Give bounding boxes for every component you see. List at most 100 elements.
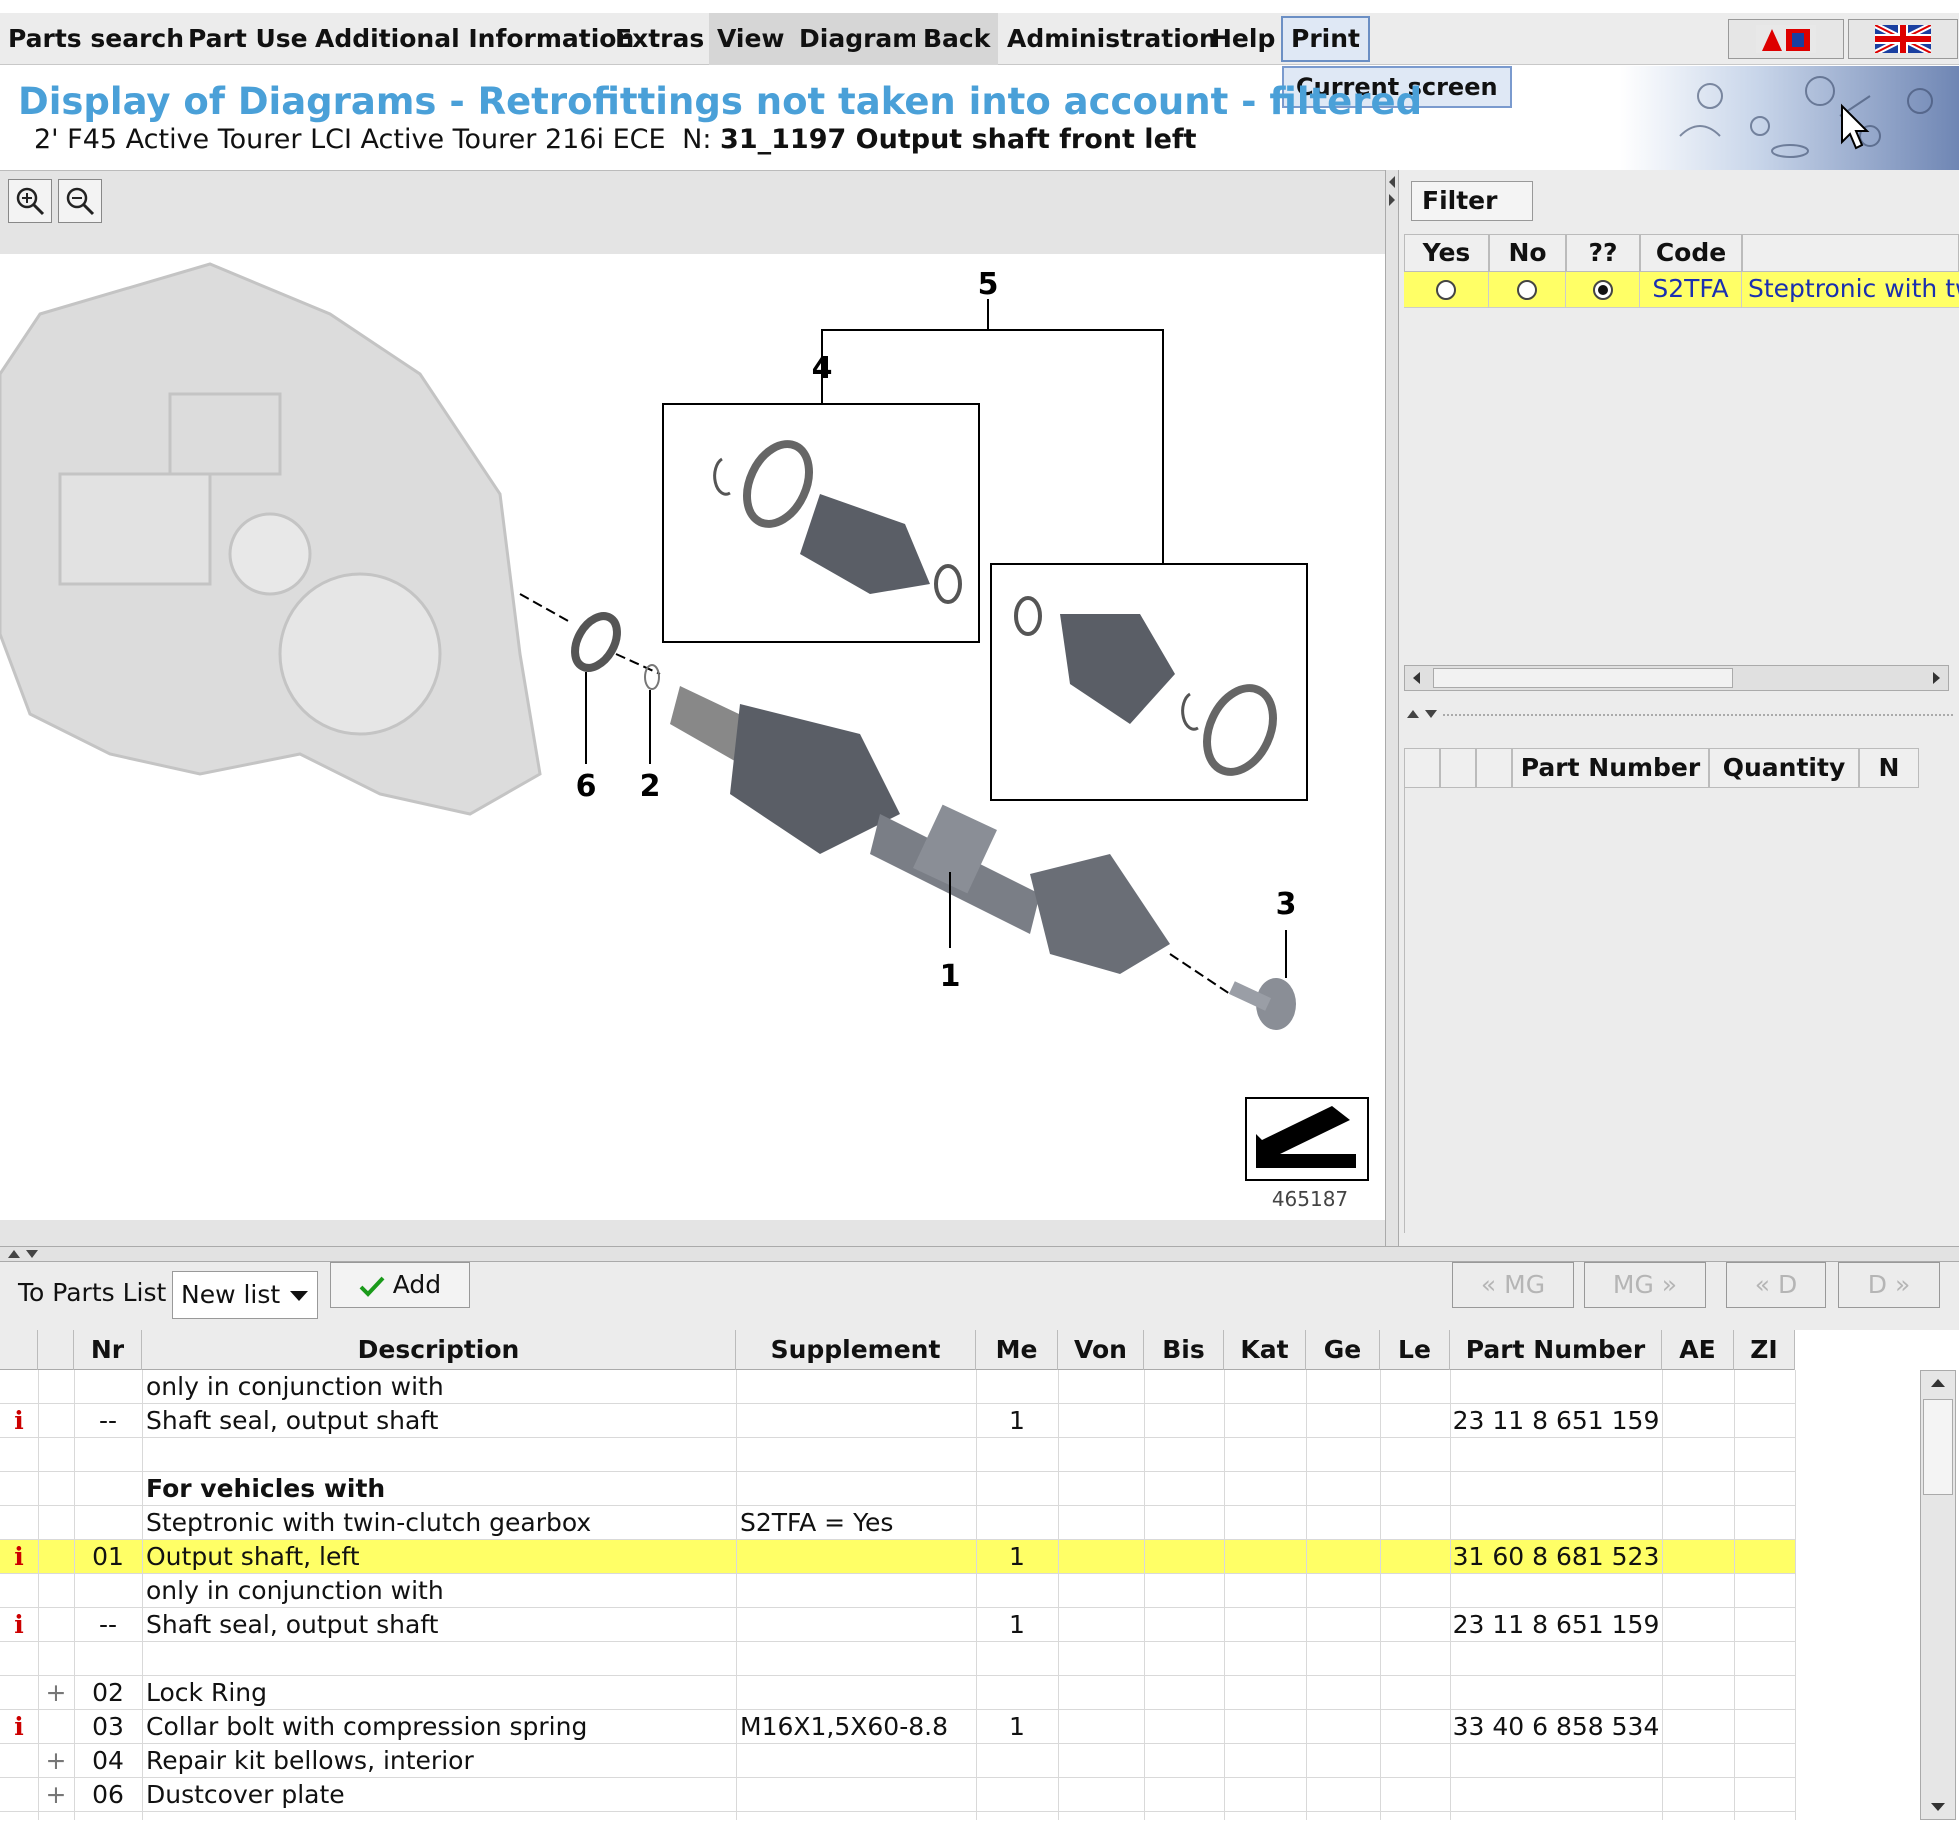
parts-list-select[interactable]: New list bbox=[172, 1271, 318, 1319]
row-me bbox=[976, 1676, 1058, 1710]
next-mg-button[interactable]: MG » bbox=[1584, 1262, 1706, 1308]
filter-button[interactable]: Filter bbox=[1411, 181, 1533, 245]
panel-splitter[interactable] bbox=[1443, 714, 1953, 720]
row-supplement bbox=[736, 1540, 976, 1574]
col-zi[interactable]: ZI bbox=[1734, 1330, 1795, 1370]
parts-diagram[interactable]: 1 2 3 4 5 6 465187 bbox=[0, 254, 1385, 1220]
expand-icon[interactable] bbox=[38, 1472, 74, 1506]
expand-icon[interactable]: + bbox=[38, 1676, 74, 1710]
callout-5[interactable]: 5 bbox=[978, 267, 999, 302]
uk-flag-button[interactable] bbox=[1848, 19, 1958, 59]
info-icon[interactable] bbox=[0, 1574, 38, 1608]
expand-icon[interactable] bbox=[38, 1438, 74, 1472]
menu-extras[interactable]: Extras bbox=[607, 13, 712, 65]
menu-view[interactable]: View bbox=[709, 13, 793, 65]
menu-back[interactable]: Back bbox=[915, 13, 999, 65]
scroll-thumb[interactable] bbox=[1923, 1399, 1953, 1495]
table-row[interactable]: For vehicles with bbox=[0, 1472, 1795, 1506]
info-icon[interactable] bbox=[0, 1778, 38, 1812]
info-icon[interactable]: i bbox=[0, 1608, 38, 1642]
row-part-number: 31 60 8 681 523 bbox=[1452, 1542, 1660, 1571]
table-row[interactable]: i -- Shaft seal, output shaft 1 23 11 8 651 … bbox=[0, 1608, 1795, 1642]
table-row[interactable]: i 03 Collar bolt with compression spring M1… bbox=[0, 1710, 1795, 1744]
menu-additional-information[interactable]: Additional Information bbox=[307, 13, 642, 65]
zoom-out-button[interactable] bbox=[58, 179, 102, 223]
table-row[interactable]: i 01 Output shaft, left 1 31 60 8 681 523 bbox=[0, 1540, 1795, 1574]
col-le[interactable]: Le bbox=[1380, 1330, 1450, 1370]
info-icon[interactable] bbox=[0, 1472, 38, 1506]
col-nr[interactable]: Nr bbox=[74, 1330, 142, 1370]
vertical-splitter[interactable] bbox=[1385, 170, 1399, 1246]
row-description: Dustcover plate bbox=[146, 1780, 345, 1809]
expand-icon[interactable] bbox=[38, 1642, 74, 1676]
row-me bbox=[976, 1370, 1058, 1404]
menu-part-use[interactable]: Part Use bbox=[180, 13, 316, 65]
table-row[interactable]: i -- Shaft seal, output shaft 1 23 11 8 651 … bbox=[0, 1404, 1795, 1438]
table-row[interactable]: +06 Dustcover plate bbox=[0, 1778, 1795, 1812]
menu-parts-search[interactable]: Parts search bbox=[0, 13, 192, 65]
info-icon[interactable] bbox=[0, 1642, 38, 1676]
filter-unknown-radio[interactable] bbox=[1566, 272, 1640, 308]
info-icon[interactable]: i bbox=[0, 1710, 38, 1744]
col-kat[interactable]: Kat bbox=[1224, 1330, 1306, 1370]
col-description[interactable]: Description bbox=[142, 1330, 736, 1370]
info-icon[interactable] bbox=[0, 1676, 38, 1710]
col-bis[interactable]: Bis bbox=[1144, 1330, 1224, 1370]
expand-icon[interactable] bbox=[38, 1574, 74, 1608]
col-supplement[interactable]: Supplement bbox=[736, 1330, 976, 1370]
filter-horizontal-scrollbar[interactable] bbox=[1404, 665, 1949, 691]
callout-3[interactable]: 3 bbox=[1276, 887, 1297, 922]
callout-6[interactable]: 6 bbox=[576, 769, 597, 804]
language-flag-button[interactable] bbox=[1728, 19, 1844, 59]
zoom-in-button[interactable] bbox=[8, 179, 52, 223]
menu-diagram[interactable]: Diagram bbox=[791, 13, 927, 65]
table-row[interactable] bbox=[0, 1642, 1795, 1676]
expand-icon[interactable] bbox=[38, 1370, 74, 1404]
callout-4[interactable]: 4 bbox=[812, 351, 833, 386]
expand-icon[interactable]: + bbox=[38, 1744, 74, 1778]
table-row[interactable] bbox=[0, 1438, 1795, 1472]
menu-administration[interactable]: Administration bbox=[999, 13, 1225, 65]
col-me[interactable]: Me bbox=[976, 1330, 1058, 1370]
row-description bbox=[142, 1642, 736, 1676]
table-row[interactable]: only in conjunction with bbox=[0, 1370, 1795, 1404]
table-row[interactable]: only in conjunction with bbox=[0, 1574, 1795, 1608]
table-row[interactable]: +02 Lock Ring bbox=[0, 1676, 1795, 1710]
col-part-number[interactable]: Part Number bbox=[1450, 1330, 1662, 1370]
table-row[interactable]: Steptronic with twin-clutch gearbox S2TFA… bbox=[0, 1506, 1795, 1540]
expand-icon[interactable] bbox=[38, 1710, 74, 1744]
scroll-thumb[interactable] bbox=[1433, 668, 1733, 688]
expand-icon[interactable] bbox=[38, 1608, 74, 1642]
menu-help[interactable]: Help bbox=[1203, 13, 1283, 65]
expand-icon[interactable] bbox=[38, 1540, 74, 1574]
info-icon[interactable] bbox=[0, 1744, 38, 1778]
panel-splitter-arrows-icon[interactable] bbox=[1403, 706, 1443, 722]
col-ae[interactable]: AE bbox=[1662, 1330, 1734, 1370]
row-supplement bbox=[736, 1404, 976, 1438]
add-button[interactable]: Add bbox=[330, 1262, 470, 1308]
filter-no-radio[interactable] bbox=[1489, 272, 1566, 308]
prev-mg-button[interactable]: « MG bbox=[1452, 1262, 1574, 1308]
horizontal-splitter[interactable] bbox=[0, 1246, 1959, 1262]
menu-print[interactable]: Print bbox=[1281, 16, 1370, 62]
callout-1[interactable]: 1 bbox=[940, 959, 961, 994]
info-icon[interactable]: i bbox=[0, 1404, 38, 1438]
parts-table-scrollbar[interactable] bbox=[1920, 1370, 1956, 1820]
col-von[interactable]: Von bbox=[1058, 1330, 1144, 1370]
next-d-button[interactable]: D » bbox=[1838, 1262, 1940, 1308]
info-icon[interactable] bbox=[0, 1370, 38, 1404]
expand-icon[interactable] bbox=[38, 1506, 74, 1540]
col-ge[interactable]: Ge bbox=[1306, 1330, 1380, 1370]
callout-2[interactable]: 2 bbox=[640, 769, 661, 804]
info-icon[interactable]: i bbox=[0, 1540, 38, 1574]
prev-d-button[interactable]: « D bbox=[1726, 1262, 1826, 1308]
scroll-left-icon bbox=[1413, 672, 1420, 684]
expand-icon[interactable]: + bbox=[38, 1778, 74, 1812]
filter-yes-radio[interactable] bbox=[1404, 272, 1489, 308]
collapse-arrows-icon bbox=[1389, 176, 1395, 206]
expand-icon[interactable] bbox=[38, 1404, 74, 1438]
info-icon[interactable] bbox=[0, 1506, 38, 1540]
hand-cursor-icon bbox=[1841, 103, 1870, 150]
table-row[interactable]: +04 Repair kit bellows, interior bbox=[0, 1744, 1795, 1778]
info-icon[interactable] bbox=[0, 1438, 38, 1472]
